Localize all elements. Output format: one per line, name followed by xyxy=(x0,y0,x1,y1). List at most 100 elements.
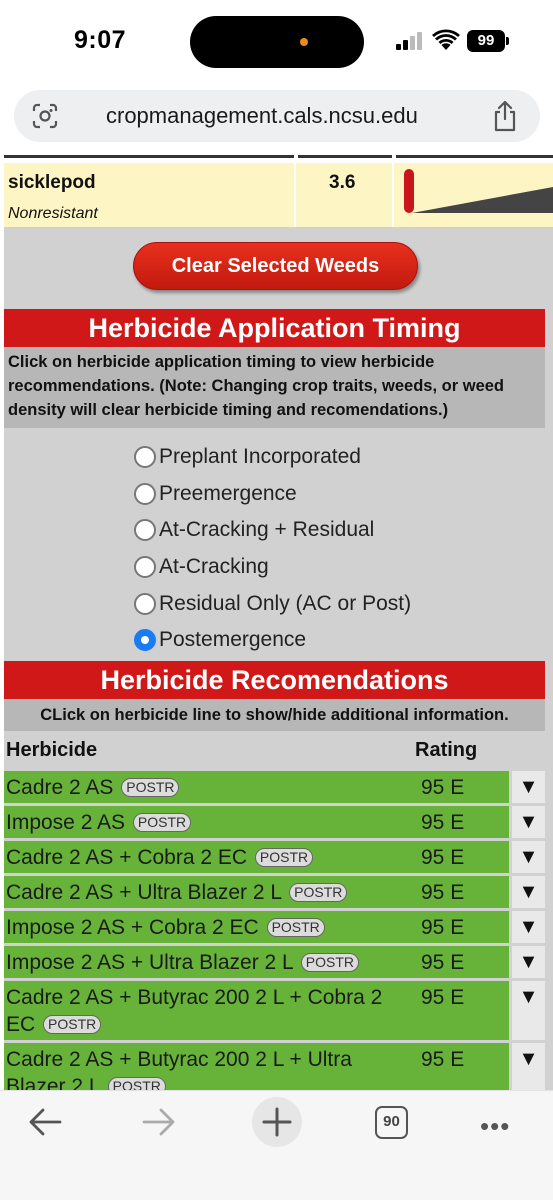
herbicide-rating: 95 E xyxy=(421,811,465,834)
herbicide-name: Cadre 2 AS xyxy=(6,776,114,799)
radio-icon[interactable] xyxy=(134,482,156,505)
density-slider[interactable] xyxy=(394,167,553,223)
url-text[interactable]: cropmanagement.cals.ncsu.edu xyxy=(106,103,418,129)
timing-option-label: Preemergence xyxy=(159,481,297,505)
status-time: 9:07 xyxy=(74,26,127,54)
column-header-rating: Rating xyxy=(415,739,478,761)
new-tab-button[interactable] xyxy=(252,1097,302,1147)
more-icon[interactable]: ••• xyxy=(480,1111,510,1142)
timing-option-preemergence[interactable]: Preemergence xyxy=(134,476,514,513)
herbicide-line[interactable]: Cadre 2 AS + Butyrac 200 2 L + Ultra Bla… xyxy=(4,1043,509,1090)
weed-density-value: 3.6 xyxy=(329,172,356,193)
browser-toolbar: 90 ••• xyxy=(0,1090,553,1200)
herbicide-line[interactable]: Impose 2 AS + Ultra Blazer 2 L POSTR 95 … xyxy=(4,946,509,978)
selected-weed-row[interactable]: sicklepod Nonresistant 3.6 xyxy=(4,163,553,227)
postr-badge: POSTR xyxy=(289,883,348,902)
plus-icon xyxy=(262,1107,292,1137)
radio-icon[interactable] xyxy=(134,446,156,469)
herbicide-line[interactable]: Impose 2 AS POSTR 95 E xyxy=(4,806,509,838)
herbicide-rating: 95 E xyxy=(421,881,465,904)
timing-option-residual-only[interactable]: Residual Only (AC or Post) xyxy=(134,585,514,622)
expand-toggle-icon[interactable]: ▼ xyxy=(512,841,545,873)
recommendations-section-title: Herbicide Recomendations xyxy=(4,661,545,699)
forward-arrow-icon[interactable] xyxy=(142,1107,176,1137)
timing-option-at-cracking-residual[interactable]: At-Cracking + Residual xyxy=(134,512,514,549)
herbicide-row[interactable]: Impose 2 AS POSTR 95 E ▼ xyxy=(4,806,545,838)
weed-resistance-status: Nonresistant xyxy=(8,205,98,222)
herbicide-row[interactable]: Cadre 2 AS + Butyrac 200 2 L + Cobra 2 E… xyxy=(4,981,545,1040)
expand-toggle-icon[interactable]: ▼ xyxy=(512,771,545,803)
share-icon[interactable] xyxy=(492,100,518,132)
herbicide-name: Impose 2 AS xyxy=(6,811,126,834)
herbicide-line[interactable]: Cadre 2 AS + Butyrac 200 2 L + Cobra 2 E… xyxy=(4,981,509,1040)
timing-option-label: At-Cracking xyxy=(159,555,269,579)
herbicide-row[interactable]: Impose 2 AS + Cobra 2 EC POSTR 95 E ▼ xyxy=(4,911,545,943)
cellular-signal-icon xyxy=(396,32,424,50)
herbicide-name: Impose 2 AS + Ultra Blazer 2 L xyxy=(6,951,293,974)
radio-icon[interactable] xyxy=(134,592,156,615)
expand-toggle-icon[interactable]: ▼ xyxy=(512,876,545,908)
herbicide-name: Cadre 2 AS + Cobra 2 EC xyxy=(6,846,248,869)
column-divider xyxy=(294,163,296,227)
herbicide-list: Cadre 2 AS POSTR 95 E ▼ Impose 2 AS POST… xyxy=(4,771,545,1090)
postr-badge: POSTR xyxy=(132,813,192,832)
weed-name: sicklepod xyxy=(8,172,96,193)
timing-option-at-cracking[interactable]: At-Cracking xyxy=(134,549,514,586)
herbicide-rating: 95 E xyxy=(421,776,465,799)
battery-icon: 99 xyxy=(467,30,505,52)
timing-description: Click on herbicide application timing to… xyxy=(4,347,545,428)
timing-option-label: Residual Only (AC or Post) xyxy=(159,591,412,615)
expand-toggle-icon[interactable]: ▼ xyxy=(512,911,545,943)
timing-option-preplant-incorporated[interactable]: Preplant Incorporated xyxy=(134,439,514,476)
herbicide-line[interactable]: Cadre 2 AS + Ultra Blazer 2 L POSTR 95 E xyxy=(4,876,509,908)
web-page: sicklepod Nonresistant 3.6 Clear Selecte… xyxy=(0,152,553,1090)
herbicide-rating: 95 E xyxy=(421,846,465,869)
herbicide-row[interactable]: Cadre 2 AS + Ultra Blazer 2 L POSTR 95 E… xyxy=(4,876,545,908)
expand-toggle-icon[interactable]: ▼ xyxy=(512,946,545,978)
herbicide-name: Cadre 2 AS + Ultra Blazer 2 L xyxy=(6,881,282,904)
expand-toggle-icon[interactable]: ▼ xyxy=(512,1043,545,1090)
herbicide-row[interactable]: Cadre 2 AS + Butyrac 200 2 L + Ultra Bla… xyxy=(4,1043,545,1090)
timing-option-label: Preplant Incorporated xyxy=(159,445,361,469)
herbicide-line[interactable]: Cadre 2 AS POSTR 95 E xyxy=(4,771,509,803)
postr-badge: POSTR xyxy=(300,953,360,972)
tabs-icon[interactable]: 90 xyxy=(375,1106,408,1139)
herbicide-rating: 95 E xyxy=(421,986,465,1009)
herbicide-row[interactable]: Cadre 2 AS POSTR 95 E ▼ xyxy=(4,771,545,803)
timing-option-label: At-Cracking + Residual xyxy=(159,518,375,542)
herbicide-row[interactable]: Cadre 2 AS + Cobra 2 EC POSTR 95 E ▼ xyxy=(4,841,545,873)
timing-options: Preplant Incorporated Preemergence At-Cr… xyxy=(134,439,514,659)
lens-icon[interactable] xyxy=(32,103,58,129)
herbicide-row[interactable]: Impose 2 AS + Ultra Blazer 2 L POSTR 95 … xyxy=(4,946,545,978)
timing-section-title: Herbicide Application Timing xyxy=(4,309,545,347)
radio-icon[interactable] xyxy=(134,556,156,579)
privacy-indicator-dot xyxy=(300,38,308,46)
clear-selected-weeds-button[interactable]: Clear Selected Weeds xyxy=(133,242,418,290)
browser-address-area: cropmanagement.cals.ncsu.edu xyxy=(0,80,553,152)
postr-badge: POSTR xyxy=(254,848,314,867)
herbicide-rating: 95 E xyxy=(421,1048,465,1071)
timing-option-postemergence[interactable]: Postemergence xyxy=(134,622,514,659)
postr-badge: POSTR xyxy=(107,1077,166,1090)
herbicide-table-header: Herbicide Rating xyxy=(4,739,545,771)
expand-toggle-icon[interactable]: ▼ xyxy=(512,981,545,1040)
herbicide-rating: 95 E xyxy=(421,951,465,974)
postr-badge: POSTR xyxy=(43,1015,102,1034)
back-arrow-icon[interactable] xyxy=(28,1107,62,1137)
radio-icon[interactable] xyxy=(134,519,156,542)
postr-badge: POSTR xyxy=(266,918,325,937)
postr-badge: POSTR xyxy=(121,778,180,797)
radio-selected-icon[interactable] xyxy=(134,629,156,652)
status-bar: 9:07 99 xyxy=(0,0,553,80)
herbicide-name: Cadre 2 AS + Butyrac 200 2 L + Ultra Bla… xyxy=(6,1048,352,1090)
herbicide-line[interactable]: Cadre 2 AS + Cobra 2 EC POSTR 95 E xyxy=(4,841,509,873)
herbicide-rating: 95 E xyxy=(421,916,465,939)
battery-tip xyxy=(506,37,509,45)
herbicide-line[interactable]: Impose 2 AS + Cobra 2 EC POSTR 95 E xyxy=(4,911,509,943)
expand-toggle-icon[interactable]: ▼ xyxy=(512,806,545,838)
address-bar[interactable]: cropmanagement.cals.ncsu.edu xyxy=(14,90,540,142)
herbicide-name: Impose 2 AS + Cobra 2 EC xyxy=(6,916,259,939)
column-header-herbicide: Herbicide xyxy=(6,739,98,761)
recommendations-description: CLick on herbicide line to show/hide add… xyxy=(4,699,545,731)
timing-option-label: Postemergence xyxy=(159,628,307,652)
